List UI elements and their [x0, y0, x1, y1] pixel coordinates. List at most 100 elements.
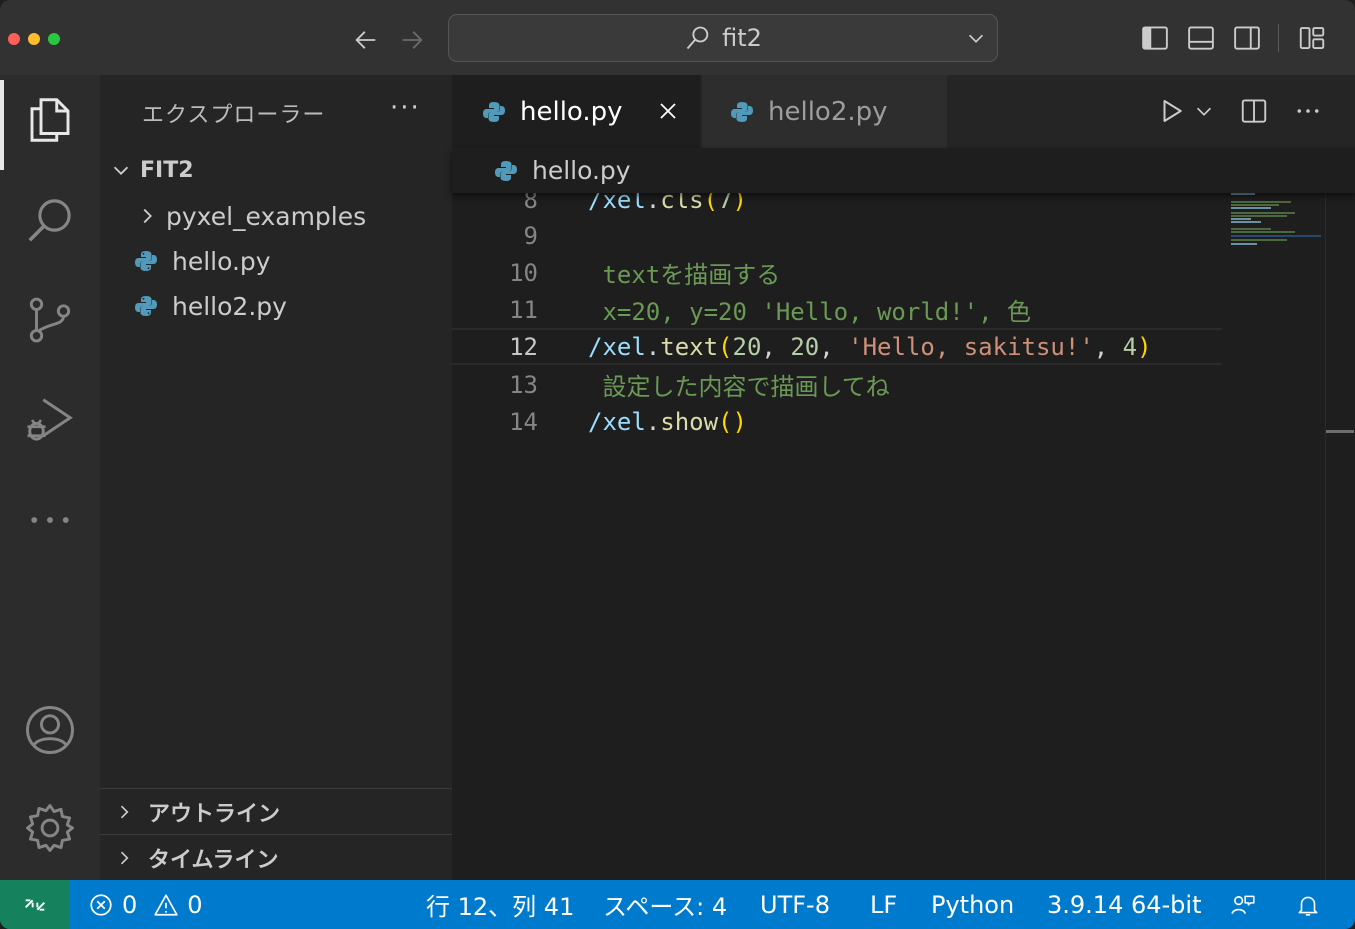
cursor-position-status[interactable]: 行 12、列 41 — [426, 880, 574, 929]
error-count: 0 — [122, 890, 138, 919]
toggle-primary-sidebar-button[interactable] — [1137, 20, 1173, 56]
code-line: 13 設定した内容で描画してね — [452, 366, 1232, 403]
close-icon[interactable] — [656, 99, 680, 123]
code-editor[interactable]: 8 /xel.cls(7) 9 10 textを描画する 11 x=20, y=… — [452, 193, 1232, 880]
sidebar-left-icon — [1142, 26, 1168, 50]
eol-status[interactable]: LF — [870, 880, 897, 929]
outline-label: アウトライン — [148, 801, 281, 827]
line-number: 11 — [509, 295, 538, 324]
forward-button[interactable] — [394, 22, 430, 58]
code-text: x=20, y=20 'Hello, world!', 色 — [588, 298, 1032, 326]
split-editor-button[interactable] — [1236, 93, 1272, 129]
tree-item-hello-py[interactable]: hello.py — [100, 239, 452, 283]
timeline-section-header[interactable]: タイムライン — [100, 834, 452, 880]
remote-indicator-button[interactable] — [0, 880, 70, 929]
feedback-icon — [1231, 895, 1255, 914]
chevron-right-icon — [120, 805, 129, 818]
code-text: textを描画する — [588, 261, 781, 289]
error-icon — [90, 893, 112, 916]
minimize-window-button[interactable] — [28, 33, 40, 45]
search-icon — [28, 199, 71, 242]
bell-icon — [1298, 896, 1318, 916]
close-window-button[interactable] — [8, 33, 20, 45]
minimap[interactable] — [1227, 193, 1327, 880]
search-icon — [686, 26, 709, 50]
tree-item-hello2-py[interactable]: hello2.py — [100, 284, 452, 328]
command-center-search[interactable]: fit2 — [448, 14, 998, 62]
sidebar-right-icon — [1234, 26, 1260, 50]
code-text: /xel.cls(7) — [588, 193, 747, 214]
activity-accounts[interactable] — [0, 685, 100, 775]
line-number: 13 — [509, 370, 538, 399]
play-icon — [1163, 100, 1182, 122]
layout-icon — [1299, 27, 1325, 49]
vscode-window: fit2 エクスプローラー ··· FIT2 pyxel_examples he… — [0, 0, 1355, 929]
outline-section-header[interactable]: アウトライン — [100, 788, 452, 834]
line-number: 9 — [523, 221, 538, 250]
files-icon — [30, 98, 70, 142]
chevron-right-icon — [143, 208, 152, 224]
command-center-label: fit2 — [722, 24, 762, 52]
tab-bar: hello.py hello2.py — [452, 75, 1355, 148]
line-number: 10 — [509, 258, 538, 287]
encoding-status[interactable]: UTF-8 — [760, 880, 830, 929]
code-text: /xel.text(20, 20, 'Hello, sakitsu!', 4) — [588, 332, 1152, 361]
tab-hello2-py[interactable]: hello2.py — [702, 75, 947, 148]
activity-bar — [0, 75, 100, 880]
code-line: 9 — [452, 217, 1232, 254]
arrow-right-icon — [402, 31, 423, 49]
warning-icon — [154, 893, 178, 916]
indentation-status[interactable]: スペース: 4 — [603, 880, 727, 929]
activity-source-control[interactable] — [0, 275, 100, 365]
code-line: 14 /xel.show() — [452, 403, 1232, 440]
problems-status[interactable]: 0 0 — [88, 880, 203, 929]
tree-item-pyxel-examples[interactable]: pyxel_examples — [100, 194, 452, 238]
python-interpreter-status[interactable]: 3.9.14 64-bit — [1047, 880, 1201, 929]
chevron-down-icon — [113, 166, 129, 175]
vertical-scrollbar[interactable] — [1325, 193, 1355, 880]
more-horizontal-icon — [31, 517, 69, 523]
customize-layout-button[interactable] — [1294, 20, 1330, 56]
breadcrumb[interactable]: hello.py — [452, 148, 1355, 193]
sidebar-more-actions[interactable]: ··· — [390, 93, 421, 123]
code-text: 設定した内容で描画してね — [588, 373, 890, 401]
activity-search[interactable] — [0, 175, 100, 265]
gear-icon — [26, 804, 74, 852]
activity-more[interactable] — [0, 475, 100, 565]
code-line-current: 12 /xel.text(20, 20, 'Hello, sakitsu!', … — [452, 328, 1222, 365]
remote-icon — [25, 898, 45, 911]
notifications-button[interactable] — [1295, 880, 1321, 929]
activity-run-debug[interactable] — [0, 375, 100, 465]
back-button[interactable] — [348, 22, 384, 58]
source-control-icon — [29, 297, 71, 343]
toggle-secondary-sidebar-button[interactable] — [1229, 20, 1265, 56]
more-horizontal-icon — [1297, 109, 1319, 113]
editor-more-actions[interactable] — [1290, 93, 1326, 129]
tab-label: hello2.py — [768, 96, 888, 127]
root-folder-header[interactable]: FIT2 — [100, 148, 452, 192]
run-options-dropdown[interactable] — [1192, 93, 1216, 129]
status-bar: 0 0 行 12、列 41 スペース: 4 UTF-8 LF Python 3.… — [0, 880, 1355, 929]
titlebar-divider — [1278, 24, 1279, 52]
language-mode-status[interactable]: Python — [931, 880, 1014, 929]
chevron-down-icon — [1196, 107, 1212, 116]
tab-hello-py[interactable]: hello.py — [452, 75, 700, 148]
editor-area: hello.py hello2.py hello.py 8 /xel.cls(7… — [452, 75, 1355, 880]
code-text: /xel.show() — [588, 407, 747, 436]
activity-explorer[interactable] — [0, 75, 100, 170]
code-line: 10 textを描画する — [452, 254, 1232, 291]
account-icon — [26, 706, 74, 754]
run-python-button[interactable] — [1154, 93, 1190, 129]
scrollbar-thumb[interactable] — [1326, 430, 1354, 433]
zoom-window-button[interactable] — [48, 33, 60, 45]
feedback-button[interactable] — [1230, 880, 1256, 929]
python-file-icon — [483, 101, 505, 122]
python-file-icon — [135, 296, 157, 316]
python-file-icon — [731, 101, 753, 122]
arrow-left-icon — [355, 31, 376, 49]
split-editor-icon — [1241, 99, 1267, 123]
toggle-panel-button[interactable] — [1183, 20, 1219, 56]
timeline-label: タイムライン — [148, 847, 279, 873]
activity-manage[interactable] — [0, 783, 100, 873]
chevron-down-icon[interactable] — [965, 27, 987, 49]
